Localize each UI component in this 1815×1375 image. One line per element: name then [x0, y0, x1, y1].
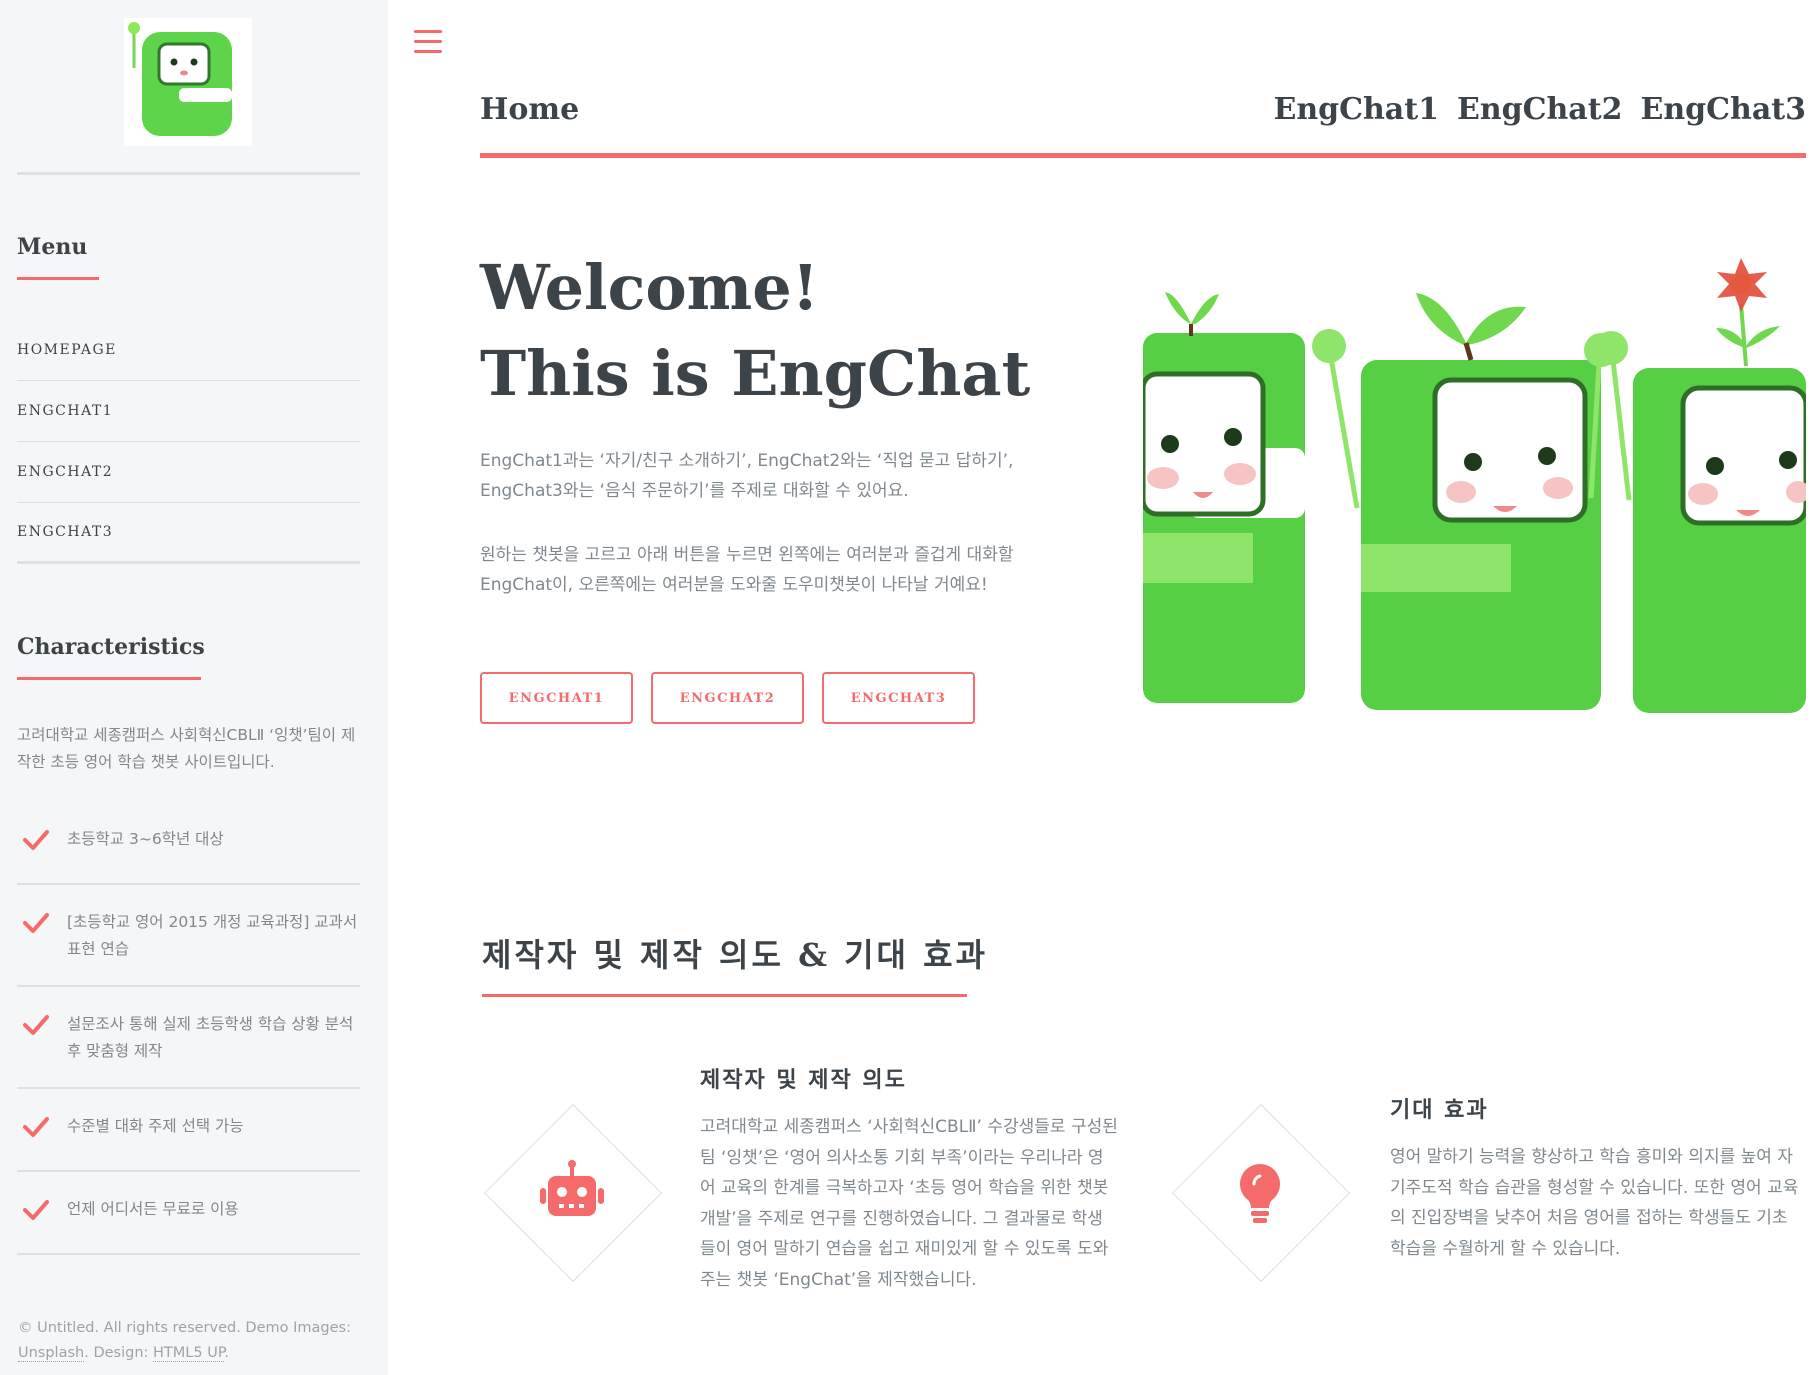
sidebar-item-homepage[interactable]: HOMEPAGE — [17, 320, 360, 381]
characteristic-text: 언제 어디서든 무료로 이용 — [67, 1200, 239, 1218]
check-icon — [17, 826, 67, 861]
sidebar-menu: HOMEPAGE ENGCHAT1 ENGCHAT2 ENGCHAT3 — [17, 320, 360, 564]
engchat-characters-illustration — [1143, 248, 1806, 718]
characteristic-text: 수준별 대화 주제 선택 가능 — [67, 1117, 244, 1135]
banner-paragraph-2: 원하는 챗봇을 고르고 아래 버튼을 누르면 왼쪽에는 여러분과 즐겁게 대화할… — [480, 545, 1014, 595]
feature-text-creators: 고려대학교 세종캠퍼스 ‘사회혁신CBLⅡ’ 수강생들로 구성된 팀 ‘잉챗’은… — [700, 1117, 1118, 1290]
banner-button-row: ENGCHAT1 ENGCHAT2 ENGCHAT3 — [480, 672, 975, 724]
header-nav: EngChat1 EngChat2 EngChat3 — [1273, 92, 1806, 127]
engchat3-button[interactable]: ENGCHAT3 — [822, 672, 975, 724]
sidebar-link-engchat1[interactable]: ENGCHAT1 — [17, 403, 113, 419]
sidebar-link-engchat2[interactable]: ENGCHAT2 — [17, 464, 113, 480]
section-title-underline — [482, 994, 967, 997]
banner-title: Welcome! This is EngChat — [480, 245, 1030, 417]
footer-copyright: © Untitled. All rights reserved. Demo Im… — [18, 1320, 351, 1336]
characteristics-list: 초등학교 3~6학년 대상 [초등학교 영어 2015 개정 교육과정] 교과서… — [17, 818, 360, 1271]
footer-link-unsplash[interactable]: Unsplash — [18, 1345, 85, 1362]
lightbulb-icon — [1220, 1154, 1300, 1234]
banner-title-line1: Welcome! — [480, 251, 819, 324]
check-icon — [17, 1011, 67, 1046]
sidebar: Menu HOMEPAGE ENGCHAT1 ENGCHAT2 ENGCHAT3… — [0, 0, 388, 1375]
footer-period: . — [224, 1345, 229, 1361]
top-header: Home EngChat1 EngChat2 EngChat3 — [480, 88, 1806, 158]
feature-title-effects: 기대 효과 — [1390, 1097, 1489, 1123]
sidebar-item-engchat1[interactable]: ENGCHAT1 — [17, 381, 360, 442]
characteristic-text: 설문조사 통해 실제 초등학생 학습 상황 분석 후 맞춤형 제작 — [67, 1015, 354, 1060]
sidebar-footer: © Untitled. All rights reserved. Demo Im… — [18, 1316, 361, 1366]
engchat-logo-icon — [128, 22, 232, 136]
characteristic-text: 초등학교 3~6학년 대상 — [67, 830, 224, 848]
engchat-logo[interactable] — [124, 18, 252, 146]
header-home-link[interactable]: Home — [480, 92, 579, 127]
footer-link-html5up[interactable]: HTML5 UP — [153, 1345, 225, 1362]
banner-paragraph-1: EngChat1과는 ‘자기/친구 소개하기’, EngChat2와는 ‘직업 … — [480, 451, 1014, 501]
list-item: 언제 어디서든 무료로 이용 — [17, 1188, 360, 1255]
sidebar-item-engchat3[interactable]: ENGCHAT3 — [17, 503, 360, 564]
section-title: 제작자 및 제작 의도 & 기대 효과 — [482, 936, 989, 974]
engchat2-button[interactable]: ENGCHAT2 — [651, 672, 804, 724]
characteristics-heading: Characteristics — [17, 634, 205, 660]
characteristic-text: [초등학교 영어 2015 개정 교육과정] 교과서 표현 연습 — [67, 913, 358, 958]
menu-heading: Menu — [17, 234, 88, 260]
engchat1-button[interactable]: ENGCHAT1 — [480, 672, 633, 724]
list-item: 설문조사 통해 실제 초등학생 학습 상황 분석 후 맞춤형 제작 — [17, 1003, 360, 1089]
check-icon — [17, 1113, 67, 1148]
list-item: 초등학교 3~6학년 대상 — [17, 818, 360, 885]
sidebar-toggle-menu-icon[interactable] — [414, 30, 442, 54]
header-link-engchat1[interactable]: EngChat1 — [1273, 92, 1439, 127]
check-icon — [17, 1196, 67, 1231]
sidebar-link-homepage[interactable]: HOMEPAGE — [17, 342, 117, 358]
sidebar-item-engchat2[interactable]: ENGCHAT2 — [17, 442, 360, 503]
footer-design-label: . Design: — [84, 1345, 154, 1361]
robot-icon — [532, 1154, 612, 1234]
header-link-engchat3[interactable]: EngChat3 — [1640, 92, 1806, 127]
sidebar-link-engchat3[interactable]: ENGCHAT3 — [17, 524, 113, 540]
feature-title-creators: 제작자 및 제작 의도 — [700, 1067, 907, 1093]
list-item: 수준별 대화 주제 선택 가능 — [17, 1105, 360, 1172]
check-icon — [17, 909, 67, 944]
logo-divider — [17, 172, 360, 175]
characteristics-intro: 고려대학교 세종캠퍼스 사회혁신CBLⅡ ‘잉챗’팀이 제작한 초등 영어 학습… — [17, 726, 356, 771]
feature-text-effects: 영어 말하기 능력을 향상하고 학습 흥미와 의지를 높여 자기주도적 학습 습… — [1390, 1147, 1799, 1259]
menu-heading-underline — [17, 277, 99, 280]
characteristics-heading-underline — [17, 677, 201, 680]
header-link-engchat2[interactable]: EngChat2 — [1457, 92, 1623, 127]
engchat-characters-image — [1143, 258, 1806, 713]
list-item: [초등학교 영어 2015 개정 교육과정] 교과서 표현 연습 — [17, 901, 360, 987]
banner-title-line2: This is EngChat — [480, 337, 1031, 410]
